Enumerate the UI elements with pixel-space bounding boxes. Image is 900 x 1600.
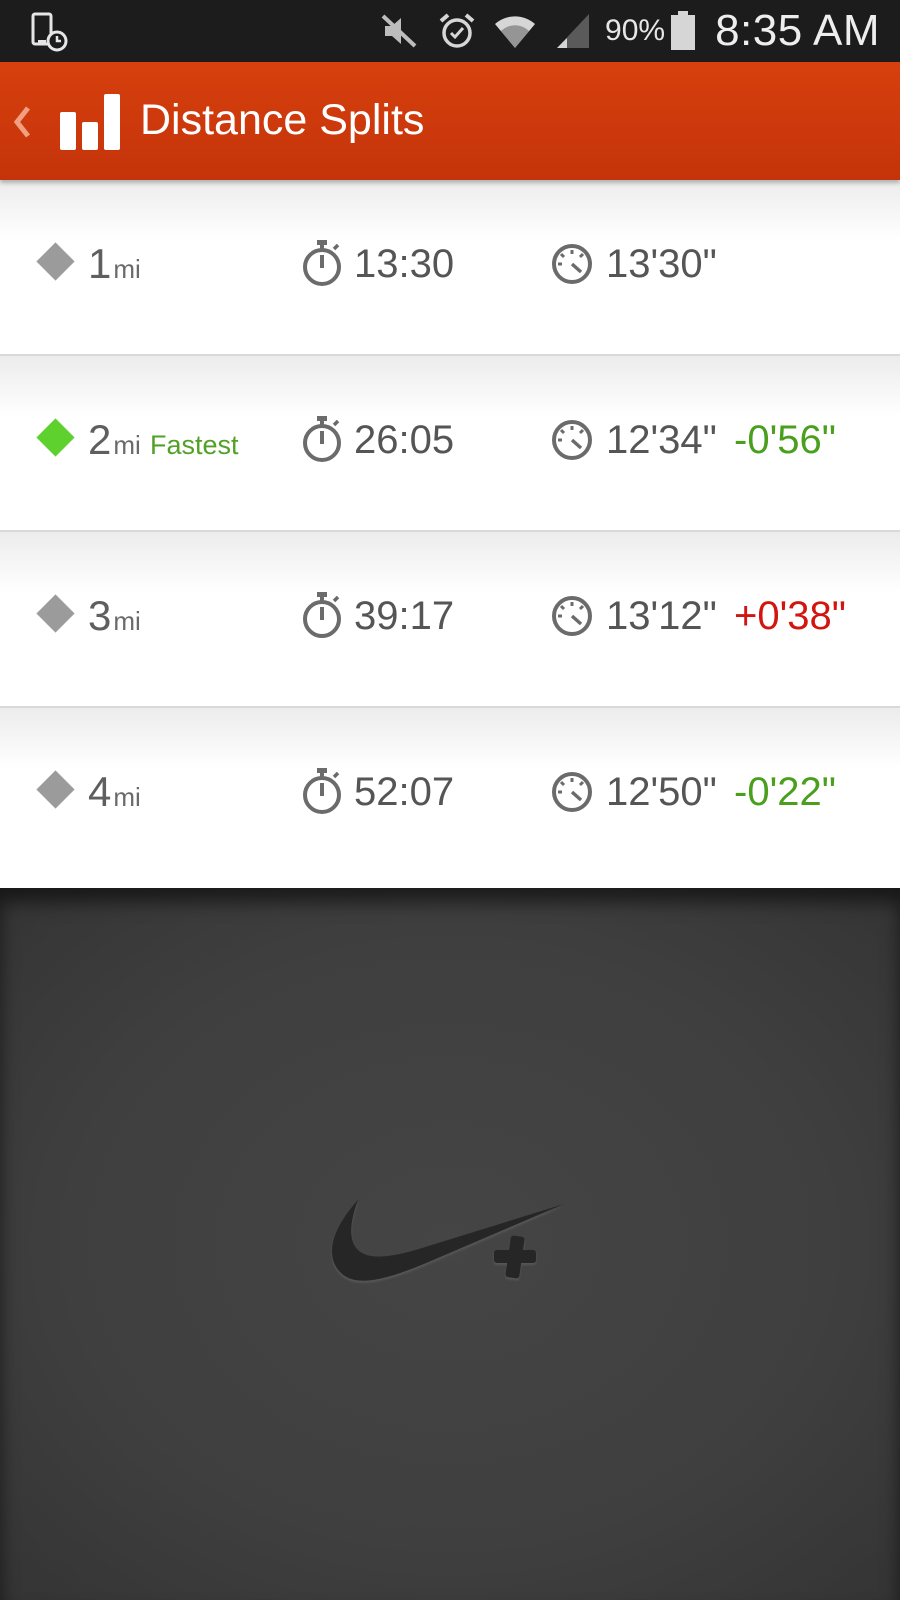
split-pace-diff: -0'56" bbox=[734, 418, 836, 462]
fastest-label: Fastest bbox=[150, 430, 239, 460]
split-marker-icon bbox=[36, 594, 75, 633]
page-title: Distance Splits bbox=[140, 96, 425, 144]
split-time: 26:05 bbox=[354, 418, 455, 462]
signal-icon bbox=[551, 11, 595, 51]
pace-gauge-icon bbox=[552, 244, 592, 284]
split-row[interactable]: 3mi 39:17 13'12" +0'38" bbox=[0, 532, 900, 708]
split-pace: 13'12" bbox=[606, 594, 717, 638]
swoosh-plus-logo bbox=[331, 1200, 564, 1281]
split-distance: 2mi bbox=[88, 416, 141, 463]
bar-chart-icon bbox=[60, 94, 120, 150]
split-row[interactable]: 2mi Fastest 26:05 12'34" -0'56" bbox=[0, 356, 900, 532]
fastest-marker-icon bbox=[36, 418, 75, 457]
split-unit: mi bbox=[113, 430, 141, 460]
split-marker-icon bbox=[36, 242, 75, 281]
split-unit: mi bbox=[113, 782, 141, 812]
split-distance: 1mi bbox=[88, 240, 141, 287]
split-pace: 12'50" bbox=[606, 770, 717, 814]
split-pace-diff: +0'38" bbox=[734, 594, 846, 638]
device-clock-icon bbox=[31, 12, 68, 52]
split-marker-icon bbox=[36, 770, 75, 809]
split-pace: 12'34" bbox=[606, 418, 717, 462]
battery-percent: 90% bbox=[605, 14, 666, 47]
stopwatch-icon bbox=[303, 592, 341, 638]
split-unit: mi bbox=[113, 254, 141, 284]
split-unit: mi bbox=[113, 606, 141, 636]
screen: 90% 8:35 AM Distance Splits 1mi 13:30 13… bbox=[0, 0, 900, 1600]
split-time: 13:30 bbox=[354, 242, 455, 286]
stopwatch-icon bbox=[303, 416, 341, 462]
back-icon[interactable] bbox=[10, 100, 34, 144]
split-distance: 4mi bbox=[88, 768, 141, 815]
pace-gauge-icon bbox=[552, 420, 592, 460]
mute-icon bbox=[377, 11, 421, 51]
split-distance: 3mi bbox=[88, 592, 141, 639]
stopwatch-icon bbox=[303, 768, 341, 814]
status-bar: 90% 8:35 AM bbox=[0, 0, 900, 62]
split-row[interactable]: 1mi 13:30 13'30" bbox=[0, 180, 900, 356]
split-time: 52:07 bbox=[354, 770, 455, 814]
stopwatch-icon bbox=[303, 240, 341, 286]
clock: 8:35 AM bbox=[715, 6, 880, 55]
alarm-icon bbox=[435, 11, 479, 51]
split-pace-diff: -0'22" bbox=[734, 770, 836, 814]
battery-icon bbox=[669, 10, 697, 52]
pace-gauge-icon bbox=[552, 772, 592, 812]
split-time: 39:17 bbox=[354, 594, 455, 638]
splits-list: 1mi 13:30 13'30" 2mi Fastest 26:05 12'34… bbox=[0, 180, 900, 888]
split-row[interactable]: 4mi 52:07 12'50" -0'22" bbox=[0, 708, 900, 884]
split-pace: 13'30" bbox=[606, 242, 717, 286]
pace-gauge-icon bbox=[552, 596, 592, 636]
wifi-icon bbox=[493, 11, 537, 51]
bottom-panel bbox=[0, 888, 900, 1600]
action-bar: Distance Splits bbox=[0, 62, 900, 180]
